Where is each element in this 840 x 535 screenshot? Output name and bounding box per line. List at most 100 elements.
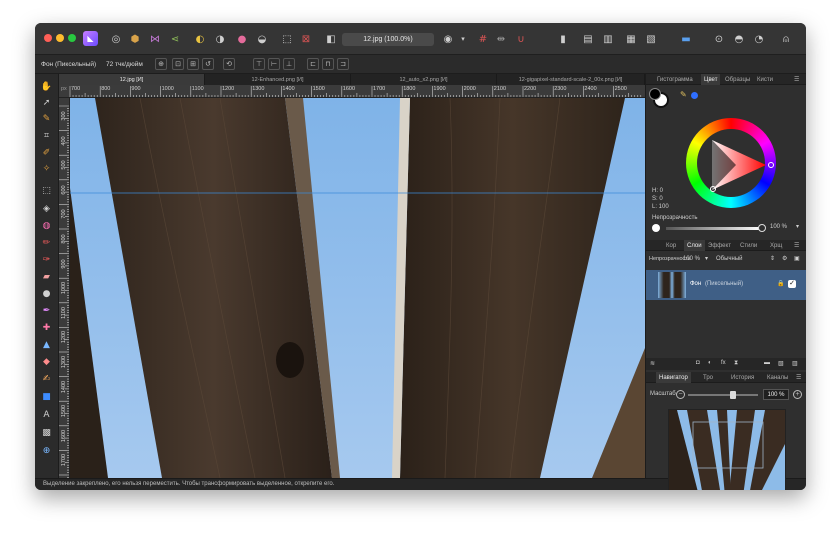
layer-lock-icon[interactable]: 🔒	[777, 280, 784, 287]
zoom-in-icon[interactable]: +	[793, 390, 802, 399]
tab-histogram[interactable]: Гистограмма	[657, 74, 693, 85]
tab-brushes[interactable]: Кисти	[757, 74, 773, 85]
auto-levels-icon[interactable]: ◐	[192, 31, 208, 47]
align-left-icon[interactable]: ▤	[580, 31, 596, 47]
chevron-down-icon[interactable]: ▾	[796, 223, 799, 230]
marquee-tool-icon[interactable]: ⬚	[40, 184, 53, 197]
rotate-icon[interactable]: ↺	[202, 58, 214, 70]
zoom-slider-handle[interactable]	[730, 391, 736, 399]
auto-contrast-icon[interactable]: ◑	[212, 31, 228, 47]
hand-tool-icon[interactable]: ✋	[40, 80, 53, 93]
selection-marquee-icon[interactable]: ⬚	[279, 31, 295, 47]
eyedropper-icon[interactable]: ✎	[680, 90, 687, 99]
healing-tool-icon[interactable]: ✚	[40, 321, 53, 334]
share-icon[interactable]: ◔	[751, 31, 767, 47]
crop-tool-icon[interactable]: ⌗	[40, 129, 53, 142]
stroke-swatch[interactable]	[649, 88, 661, 100]
tab-adjust[interactable]: Кор	[666, 240, 676, 251]
chevron-down-icon[interactable]: ▾	[705, 255, 708, 262]
tab-styles[interactable]: Стили	[740, 240, 757, 251]
add-layer-icon[interactable]: ▧	[778, 360, 784, 367]
opacity-value[interactable]: 100 %	[770, 224, 787, 230]
align-center-icon[interactable]: ▥	[600, 31, 616, 47]
tab-12-gigapixel[interactable]: 12-gigapixel-standard-scale-2_00x.png [И…	[497, 74, 645, 85]
panel-menu-icon[interactable]: ☰	[794, 74, 799, 85]
chevron-updown-icon[interactable]: ⇕	[770, 255, 775, 262]
layer-visibility-checkbox[interactable]: ✓	[788, 280, 796, 288]
gear-icon[interactable]: ⚙	[782, 255, 787, 262]
grid-icon[interactable]: #	[475, 31, 491, 47]
clone-tool-icon[interactable]: ✑	[40, 253, 53, 266]
selection-brush-tool-icon[interactable]: ✐	[40, 146, 53, 159]
auto-white-balance-icon[interactable]: ◒	[254, 31, 270, 47]
document-title[interactable]: 12.jpg (100.0%)	[342, 33, 434, 46]
quick-mask-icon[interactable]: ◧	[323, 31, 339, 47]
snapping-icon[interactable]: ⇹	[493, 31, 509, 47]
zoom-value[interactable]: 100 %	[763, 389, 789, 400]
zoom-slider[interactable]	[688, 394, 758, 396]
mesh-warp-tool-icon[interactable]: ▩	[40, 426, 53, 439]
magnet-icon[interactable]: ∪	[513, 31, 529, 47]
align-top-icon[interactable]: ⊤	[253, 58, 265, 70]
tab-navigator[interactable]: Навигатор	[656, 372, 691, 383]
persona-tone-icon[interactable]: ⋖	[167, 31, 183, 47]
deselect-icon[interactable]: ⊠	[298, 31, 314, 47]
vertical-ruler[interactable]: 300 400 500 600 700 800 900 1000 1100 1200 1300 140…	[59, 98, 70, 478]
move-tool-icon[interactable]: ➚	[40, 96, 53, 109]
minimize-window-button[interactable]	[56, 34, 64, 42]
canvas[interactable]	[70, 98, 645, 478]
persona-liquify-icon[interactable]: ⬢	[127, 31, 143, 47]
tab-transform[interactable]: Тро	[703, 372, 713, 383]
tab-stock[interactable]: Хрщ	[770, 240, 782, 251]
panel-menu-icon-3[interactable]: ☰	[796, 372, 801, 383]
blur-tool-icon[interactable]: ▲	[40, 338, 53, 351]
layer-row[interactable]: Фон (Пиксельный) 🔒 ✓	[646, 270, 806, 300]
adjustment-icon[interactable]: ◐	[708, 360, 712, 366]
tab-12-enhanced[interactable]: 12-Enhanced.png [И]	[205, 74, 351, 85]
navigator-thumbnail[interactable]	[668, 409, 786, 490]
blend-mode-select[interactable]: Обычный	[716, 256, 743, 262]
arrange-icon[interactable]: ▮	[555, 31, 571, 47]
persona-photo-icon[interactable]: ◎	[108, 31, 124, 47]
align-bottom-icon[interactable]: ⊥	[283, 58, 295, 70]
tab-swatches[interactable]: Образцы	[725, 74, 750, 85]
fx-icon[interactable]: fx	[721, 360, 726, 366]
studio-icon[interactable]: ◓	[731, 31, 747, 47]
tab-channels[interactable]: Каналы	[767, 372, 788, 383]
layer-opacity-value[interactable]: 100 %	[683, 256, 700, 262]
gradient-tool-icon[interactable]: ◍	[40, 219, 53, 232]
assistant-icon[interactable]: ▬	[678, 31, 694, 47]
trash-icon[interactable]: ▥	[792, 360, 798, 367]
smudge-tool-icon[interactable]: ✒	[40, 304, 53, 317]
tab-color[interactable]: Цвет	[701, 74, 721, 85]
auto-colors-icon[interactable]: ●	[234, 31, 250, 47]
chevron-down-icon[interactable]: ▾	[455, 31, 471, 47]
flood-select-tool-icon[interactable]: ✧	[40, 162, 53, 175]
paint-brush-tool-icon[interactable]: ✏	[40, 236, 53, 249]
text-tool-icon[interactable]: A	[40, 408, 53, 421]
color-picker-tool-icon[interactable]: ✎	[40, 112, 53, 125]
zoom-out-icon[interactable]: −	[676, 390, 685, 399]
reset-icon[interactable]: ⟲	[223, 58, 235, 70]
zoom-window-button[interactable]	[68, 34, 76, 42]
opacity-slider-handle[interactable]	[758, 224, 766, 232]
tab-effects[interactable]: Эффект	[708, 240, 731, 251]
pen-tool-icon[interactable]: ✍	[40, 372, 53, 385]
eraser-tool-icon[interactable]: ▰	[40, 270, 53, 283]
scale-icon[interactable]: ⊞	[187, 58, 199, 70]
distribute-icon[interactable]: ▧	[643, 31, 659, 47]
search-icon[interactable]: ⊙	[711, 31, 727, 47]
affinity-logo-icon[interactable]: ◣	[83, 31, 98, 46]
account-icon[interactable]: ⍝	[778, 31, 794, 47]
tab-12-auto-x2[interactable]: 12_auto_x2.png [И]	[351, 74, 497, 85]
tab-12-jpg[interactable]: 12.jpg [И]	[59, 74, 205, 85]
color-wheel[interactable]	[686, 118, 776, 208]
transform-origin-icon[interactable]: ⊕	[155, 58, 167, 70]
horizontal-ruler[interactable]: px 700 800 900 1000 1100 1200 1300 1400 1500 1600…	[59, 85, 645, 98]
view-mode-icon[interactable]: ◉	[440, 31, 456, 47]
mask-icon[interactable]: ◘	[696, 360, 700, 366]
opacity-slider[interactable]	[666, 227, 762, 230]
lock-icon[interactable]: ▣	[794, 255, 800, 262]
tab-history[interactable]: История	[731, 372, 754, 383]
close-window-button[interactable]	[44, 34, 52, 42]
